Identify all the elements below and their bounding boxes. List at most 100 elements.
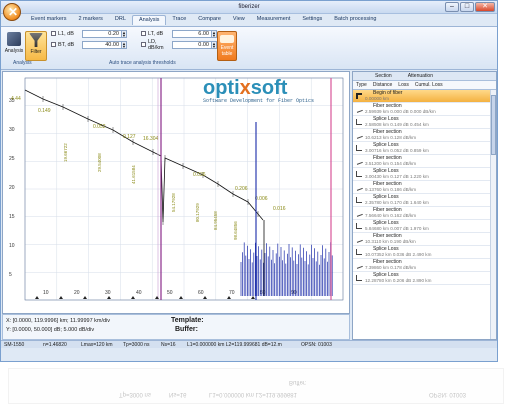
x-tick-label: 50 <box>167 290 173 296</box>
col-type[interactable]: Type <box>353 81 370 89</box>
lt-input[interactable]: 6.00 <box>172 29 212 38</box>
event-position-marker <box>83 296 87 299</box>
x-tick-label: 40 <box>136 290 142 296</box>
echo-markers: L1=0.000000 km L2=119.999681 <box>209 391 297 397</box>
bt-input[interactable]: 40.00 <box>82 40 122 49</box>
tab-compare[interactable]: Compare <box>192 15 227 25</box>
event-table-sections: Section Attenuation <box>353 72 496 81</box>
event-values: 0.00000 km <box>365 96 390 101</box>
splice-icon <box>356 275 362 281</box>
event-distance-label: 19.66722 <box>63 143 68 162</box>
tab-event-markers[interactable]: Event markers <box>25 15 72 25</box>
event-row[interactable]: Fiber section 7.39860 km 0.178 dB/km <box>353 259 496 272</box>
echo-buffer: Buffer: <box>289 379 307 385</box>
event-values: 12.28780 km 0.206 dB 2.890 km <box>365 278 432 283</box>
event-value-label: 0.036 <box>193 172 206 178</box>
event-row[interactable]: Splice Loss 5.84680 km 0.007 dB 1.970 km <box>353 220 496 233</box>
info-panel: X: [0.0000, 119.9996] km; 11.99997 km/di… <box>2 314 350 340</box>
status-index: n=1.46820 <box>43 342 67 348</box>
bt-stepper[interactable]: ▲ ▼ <box>122 40 127 49</box>
tab-drl[interactable]: DRL <box>109 15 132 25</box>
event-table: Section Attenuation Type Distance Loss C… <box>352 71 497 340</box>
trace-plot[interactable]: 35302520151051020304050607080904.440.149… <box>2 71 350 314</box>
tab-2-markers[interactable]: 2 markers <box>72 15 108 25</box>
status-opsn: OPSN: 01003 <box>301 342 332 348</box>
event-row[interactable]: Fiber section 10.6213 km 0.128 dB/km <box>353 129 496 142</box>
group-label-analysis: Analysis <box>13 60 32 66</box>
event-values: 3.00716 km 0.052 dB 0.859 km <box>365 148 429 153</box>
echo-opsn: OPSN: 01003 <box>429 391 467 397</box>
section-icon <box>355 183 363 191</box>
event-distance-label: 41.61584 <box>131 165 136 184</box>
bt-field: BT, dB 40.00 ▲ ▼ <box>51 40 127 49</box>
tab-view[interactable]: View <box>227 15 251 25</box>
analysis-icon <box>7 32 21 46</box>
event-row[interactable]: Splice Loss 12.28780 km 0.206 dB 2.890 km <box>353 272 496 285</box>
event-distance-label: 98.64856 <box>233 221 238 240</box>
event-table-button[interactable]: Event table <box>217 31 237 61</box>
x-tick-label: 20 <box>74 290 80 296</box>
event-row[interactable]: Fiber section 7.56640 km 0.162 dB/km <box>353 207 496 220</box>
tab-trace[interactable]: Trace <box>166 15 192 25</box>
event-table-scrollbar[interactable] <box>490 90 496 339</box>
event-position-marker <box>59 296 63 299</box>
splice-icon <box>356 223 362 229</box>
x-tick-label: 60 <box>198 290 204 296</box>
col-distance[interactable]: Distance <box>370 81 395 89</box>
event-position-marker <box>203 296 207 299</box>
event-distance-label: 84.95458 <box>213 211 218 230</box>
minimize-button[interactable]: – <box>445 2 459 12</box>
tab-attenuation[interactable]: Attenuation <box>400 72 441 80</box>
ld-input[interactable]: 0.00 <box>172 40 212 49</box>
filter-button[interactable]: Filter <box>25 31 47 61</box>
event-row[interactable]: Splice Loss 10.07352 km 0.036 dB 2.490 km <box>353 246 496 259</box>
event-position-marker <box>107 296 111 299</box>
close-button[interactable]: ✕ <box>475 2 495 12</box>
tab-settings[interactable]: Settings <box>296 15 328 25</box>
col-cumul-loss[interactable]: Cumul. Loss <box>412 81 446 89</box>
tab-measurement[interactable]: Measurement <box>251 15 297 25</box>
bt-checkbox[interactable] <box>51 42 56 47</box>
maximize-button[interactable]: □ <box>460 2 474 12</box>
event-row[interactable]: Begin of fiber 0.00000 km <box>353 90 496 103</box>
section-icon <box>355 157 363 165</box>
l1-input[interactable]: 0.20 <box>82 29 122 38</box>
event-row[interactable]: Fiber section 10.3110 km 0.190 dB/km <box>353 233 496 246</box>
group-label-thresholds: Auto trace analysis thresholds <box>109 60 176 66</box>
scrollbar-thumb[interactable] <box>491 95 496 155</box>
tab-section[interactable]: Section <box>367 72 400 80</box>
event-row[interactable]: Splice Loss 2.35780 km 0.170 dB 1.640 km <box>353 194 496 207</box>
event-row[interactable]: Fiber section 3.51200 km 0.154 dB/km <box>353 155 496 168</box>
event-distance-label: 54.17928 <box>171 193 176 212</box>
event-row[interactable]: Fiber section 2.59939 km 0.000 dB 0.000 d… <box>353 103 496 116</box>
l1-checkbox[interactable] <box>51 31 56 36</box>
event-value-label: 0.206 <box>235 186 248 192</box>
event-row[interactable]: Splice Loss 3.00430 km 0.127 dB 1.220 km <box>353 168 496 181</box>
event-position-marker <box>251 296 255 299</box>
event-distance-label: 29.54008 <box>97 153 102 172</box>
trace-chart[interactable]: 35302520151051020304050607080904.440.149… <box>3 72 349 313</box>
lt-checkbox[interactable] <box>141 31 146 36</box>
event-row[interactable]: Splice Loss 2.58508 km 0.149 dB 0.454 km <box>353 116 496 129</box>
event-value-label: 0.016 <box>273 206 286 212</box>
event-position-marker <box>35 296 39 299</box>
y-tick-label: 10 <box>9 243 15 249</box>
event-value-label: 16.304 <box>143 136 159 142</box>
event-position-marker <box>227 296 231 299</box>
analysis-button[interactable]: Analysis <box>3 31 25 61</box>
event-row[interactable]: Splice Loss 3.00716 km 0.052 dB 0.859 km <box>353 142 496 155</box>
tab-batch-processing[interactable]: Batch processing <box>328 15 382 25</box>
event-row[interactable]: Fiber section 9.13760 km 0.186 dB/km <box>353 181 496 194</box>
event-values: 2.35780 km 0.170 dB 1.640 km <box>365 200 429 205</box>
l1-label: L1, dB <box>58 30 74 37</box>
status-wavelength: SM-1550 <box>4 342 25 348</box>
status-bar: SM-1550 n=1.46820 Lmax=120 km Tp=3000 ns… <box>1 340 497 348</box>
col-loss[interactable]: Loss <box>395 81 412 89</box>
l1-stepper[interactable]: ▲ ▼ <box>122 29 127 38</box>
ld-checkbox[interactable] <box>141 42 146 47</box>
app-menu-button[interactable]: ✕ <box>3 3 21 21</box>
template-label: Template: <box>171 317 204 324</box>
tab-analysis[interactable]: Analysis <box>131 15 167 25</box>
event-distance-label: 80.17929 <box>195 203 200 222</box>
reflection-strip: Buffer: Tp=3000 ns Ns=16 L1=0.000000 km … <box>8 368 504 404</box>
